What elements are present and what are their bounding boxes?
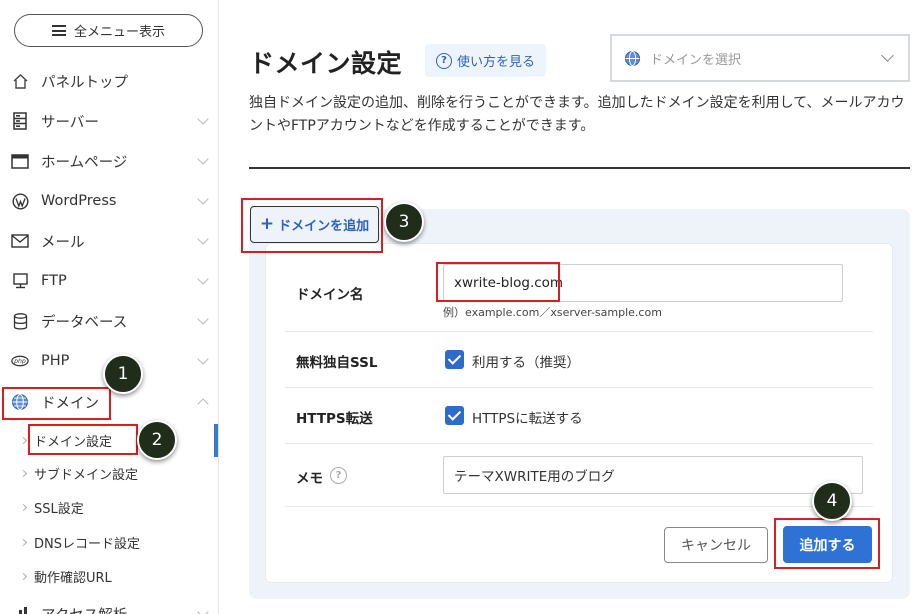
chevron-right-icon bbox=[19, 572, 28, 580]
divider bbox=[249, 167, 910, 169]
wordpress-icon bbox=[11, 192, 29, 210]
sidebar-subitem-label: DNSレコード設定 bbox=[34, 536, 140, 552]
chevron-right-icon bbox=[19, 469, 28, 477]
chevron-up-icon bbox=[197, 398, 209, 410]
sidebar-item-label: ホームページ bbox=[41, 154, 128, 171]
https-redirect-label: HTTPS転送 bbox=[296, 411, 373, 427]
sidebar: 全メニュー表示 パネルトップ サーバー ホームページ WordPress メール bbox=[0, 0, 219, 614]
sidebar-subitem-label: 動作確認URL bbox=[34, 570, 112, 586]
home-icon bbox=[11, 72, 29, 90]
page-description: 独自ドメイン設定の追加、削除を行うことができます。追加したドメイン設定を利用して… bbox=[249, 95, 905, 134]
sidebar-item-label: アクセス解析 bbox=[41, 604, 127, 614]
php-icon: php bbox=[11, 352, 29, 370]
sidebar-item-database[interactable]: データベース bbox=[0, 301, 219, 341]
how-to-use-label: 使い方を見る bbox=[456, 55, 535, 70]
step-badge-4: 4 bbox=[812, 481, 852, 521]
sidebar-item-access-analysis[interactable]: アクセス解析 bbox=[0, 594, 219, 614]
chart-icon bbox=[11, 605, 29, 614]
sidebar-item-panel-top[interactable]: パネルトップ bbox=[0, 61, 219, 101]
plus-icon: + bbox=[259, 214, 275, 234]
sidebar-item-label: パネルトップ bbox=[41, 74, 128, 91]
free-ssl-label: 無料独自SSL bbox=[296, 355, 378, 371]
help-icon[interactable]: ? bbox=[330, 467, 347, 484]
add-button[interactable]: 追加する bbox=[783, 526, 872, 563]
globe-icon bbox=[624, 50, 641, 71]
ssl-checkbox[interactable] bbox=[445, 350, 464, 369]
envelope-icon bbox=[11, 232, 29, 250]
row-divider bbox=[285, 443, 873, 444]
chevron-right-icon bbox=[19, 538, 28, 546]
cancel-button[interactable]: キャンセル bbox=[664, 527, 768, 563]
chevron-down-icon bbox=[197, 273, 209, 285]
page-title: ドメイン設定 bbox=[249, 49, 403, 78]
chevron-down-icon bbox=[881, 49, 894, 62]
chevron-down-icon bbox=[197, 193, 209, 205]
row-divider bbox=[285, 506, 873, 507]
how-to-use-button[interactable]: ? 使い方を見る bbox=[425, 44, 546, 77]
memo-input[interactable]: テーマXWRITE用のブログ bbox=[443, 456, 863, 494]
chevron-down-icon bbox=[197, 113, 209, 125]
all-menu-button[interactable]: 全メニュー表示 bbox=[14, 14, 203, 47]
sidebar-subitem-label: SSL設定 bbox=[34, 501, 84, 517]
sidebar-subitem-ssl[interactable]: SSL設定 bbox=[0, 490, 219, 524]
sidebar-item-mail[interactable]: メール bbox=[0, 221, 219, 261]
domain-select-placeholder: ドメインを選択 bbox=[650, 52, 742, 68]
sidebar-item-label: ドメイン bbox=[41, 395, 99, 412]
add-domain-tab[interactable]: + ドメインを追加 bbox=[250, 206, 379, 243]
https-checkbox[interactable] bbox=[445, 406, 464, 425]
sidebar-subitem-domain-settings[interactable]: ドメイン設定 bbox=[0, 423, 219, 457]
add-domain-tab-label: ドメインを追加 bbox=[278, 219, 370, 234]
row-divider bbox=[285, 387, 873, 388]
chevron-down-icon bbox=[197, 353, 209, 365]
step-badge-2: 2 bbox=[137, 420, 177, 460]
active-indicator bbox=[214, 424, 218, 457]
sidebar-item-ftp[interactable]: FTP bbox=[0, 261, 219, 301]
sidebar-item-server[interactable]: サーバー bbox=[0, 101, 219, 141]
svg-text:php: php bbox=[13, 358, 26, 365]
browser-window-icon bbox=[11, 152, 29, 170]
sidebar-item-label: FTP bbox=[41, 273, 67, 289]
all-menu-label: 全メニュー表示 bbox=[73, 25, 165, 40]
sidebar-subitem-label: ドメイン設定 bbox=[34, 434, 113, 450]
globe-icon bbox=[11, 393, 29, 411]
step-badge-1: 1 bbox=[103, 354, 143, 394]
domain-name-value: xwrite-blog.com bbox=[454, 275, 564, 291]
chevron-down-icon bbox=[197, 606, 209, 614]
sidebar-subitem-subdomain[interactable]: サブドメイン設定 bbox=[0, 456, 219, 490]
chevron-down-icon bbox=[197, 153, 209, 165]
sidebar-item-label: WordPress bbox=[41, 193, 117, 209]
database-icon bbox=[11, 312, 29, 330]
server-icon bbox=[11, 112, 29, 130]
chevron-down-icon bbox=[197, 313, 209, 325]
sidebar-subitem-label: サブドメイン設定 bbox=[34, 467, 139, 483]
question-circle-icon: ? bbox=[435, 52, 452, 69]
sidebar-item-wordpress[interactable]: WordPress bbox=[0, 181, 219, 221]
monitor-icon bbox=[11, 272, 29, 290]
chevron-right-icon bbox=[19, 436, 28, 444]
step-badge-3: 3 bbox=[384, 202, 424, 242]
sidebar-subitem-dns[interactable]: DNSレコード設定 bbox=[0, 525, 219, 559]
domain-select[interactable]: ドメインを選択 bbox=[610, 34, 910, 82]
memo-label: メモ bbox=[296, 471, 323, 487]
domain-example-hint: 例）example.com／xserver-sample.com bbox=[443, 306, 662, 319]
hamburger-icon bbox=[51, 25, 66, 36]
sidebar-item-label: PHP bbox=[41, 353, 70, 369]
sidebar-item-label: サーバー bbox=[41, 114, 99, 131]
sidebar-subitem-check-url[interactable]: 動作確認URL bbox=[0, 559, 219, 593]
chevron-right-icon bbox=[19, 503, 28, 511]
sidebar-item-homepage[interactable]: ホームページ bbox=[0, 141, 219, 181]
sidebar-item-label: データベース bbox=[41, 314, 128, 331]
row-divider bbox=[285, 331, 873, 332]
https-option-label: HTTPSに転送する bbox=[472, 411, 583, 427]
memo-value: テーマXWRITE用のブログ bbox=[454, 469, 615, 485]
domain-name-label: ドメイン名 bbox=[296, 287, 364, 303]
domain-name-input[interactable]: xwrite-blog.com bbox=[443, 264, 843, 302]
chevron-down-icon bbox=[197, 233, 209, 245]
sidebar-item-label: メール bbox=[41, 234, 85, 251]
ssl-option-label: 利用する（推奨） bbox=[472, 355, 580, 371]
